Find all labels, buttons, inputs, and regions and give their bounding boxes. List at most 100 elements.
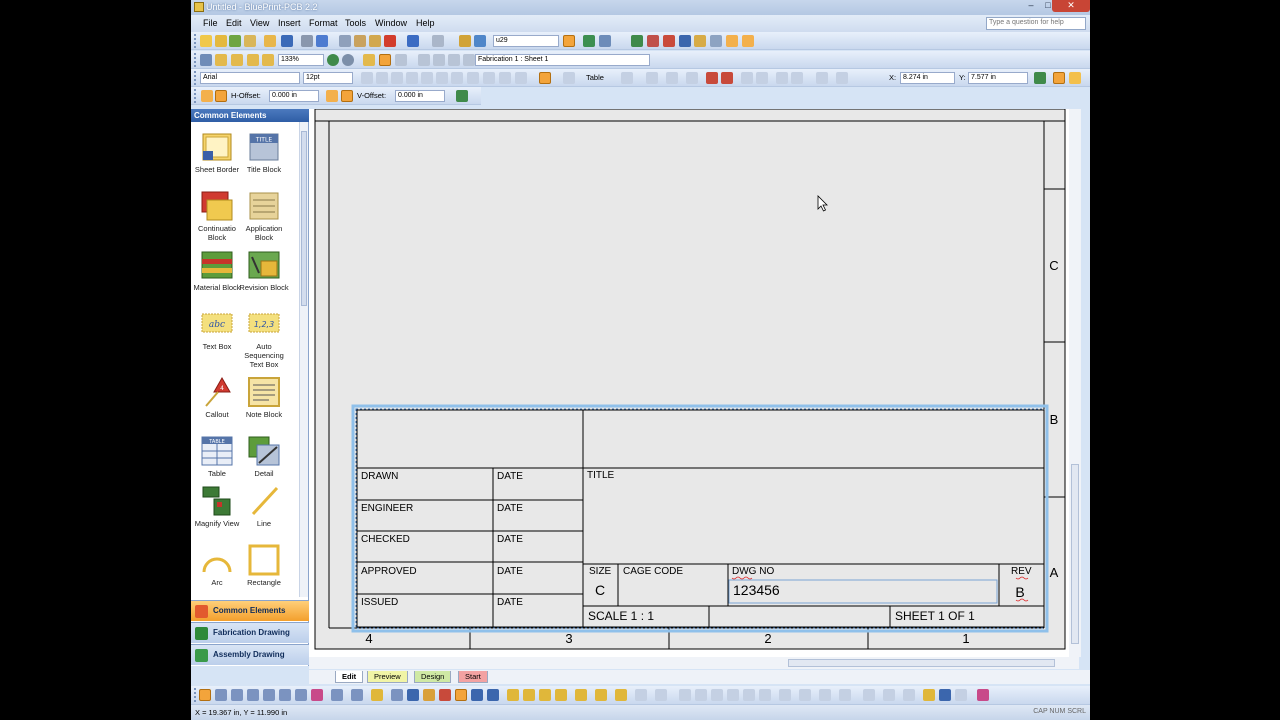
canvas-vertical-scrollbar[interactable] xyxy=(1069,109,1081,657)
menu-help[interactable]: Help xyxy=(416,18,435,28)
display-icon[interactable] xyxy=(599,35,611,47)
tool-continuation-block[interactable]: Continuatio Block xyxy=(191,190,243,242)
menu-tools[interactable]: Tools xyxy=(345,18,366,28)
font-size-select[interactable]: 12pt xyxy=(303,72,353,84)
ortho-line-icon[interactable] xyxy=(471,689,483,701)
toolbar-grip[interactable] xyxy=(194,71,197,85)
anchor-icon[interactable] xyxy=(1069,72,1081,84)
properties-icon[interactable] xyxy=(474,35,486,47)
align-bottom-tool-icon[interactable] xyxy=(759,689,771,701)
tool-revision-block[interactable]: Revision Block xyxy=(238,249,290,292)
color-icon[interactable] xyxy=(679,35,691,47)
import-icon[interactable] xyxy=(244,35,256,47)
tool-magnify-view[interactable]: Magnify View xyxy=(191,485,243,528)
draw-line-icon[interactable] xyxy=(215,689,227,701)
text-fill-icon[interactable] xyxy=(539,72,551,84)
strikethrough-icon[interactable] xyxy=(421,72,433,84)
tool-title-block[interactable]: TITLE Title Block xyxy=(238,131,290,174)
category-assembly-drawing[interactable]: Assembly Drawing xyxy=(191,644,309,665)
category-fabrication-drawing[interactable]: Fabrication Drawing xyxy=(191,622,309,643)
tab-preview[interactable]: Preview xyxy=(367,671,408,683)
ungroup-icon[interactable] xyxy=(883,689,895,701)
scrollbar-thumb[interactable] xyxy=(301,131,307,306)
spellcheck-icon[interactable] xyxy=(316,35,328,47)
snap-grid-icon[interactable] xyxy=(742,35,754,47)
align-right-tool-icon[interactable] xyxy=(711,689,723,701)
x-coord-field[interactable]: 8.274 in xyxy=(900,72,955,84)
save-icon[interactable] xyxy=(281,35,293,47)
bring-front-icon[interactable] xyxy=(923,689,935,701)
menu-edit[interactable]: Edit xyxy=(226,18,242,28)
lock-icon[interactable] xyxy=(615,689,627,701)
tab-start[interactable]: Start xyxy=(458,671,488,683)
refresh-icon[interactable] xyxy=(407,689,419,701)
tool-note-block[interactable]: Note Block xyxy=(238,376,290,419)
italic-icon[interactable] xyxy=(376,72,388,84)
grow-font-icon[interactable] xyxy=(467,72,479,84)
menu-view[interactable]: View xyxy=(250,18,269,28)
y-coord-field[interactable]: 7.577 in xyxy=(968,72,1028,84)
menu-window[interactable]: Window xyxy=(375,18,407,28)
leader-icon[interactable] xyxy=(351,689,363,701)
library-icon[interactable] xyxy=(694,35,706,47)
pattern-grid-icon[interactable] xyxy=(977,689,989,701)
split-icon[interactable] xyxy=(686,72,698,84)
tool-text-box[interactable]: abc Text Box xyxy=(191,308,243,351)
draw-grid-icon[interactable] xyxy=(311,689,323,701)
rotate-icon[interactable] xyxy=(391,689,403,701)
add-icon[interactable] xyxy=(229,35,241,47)
row-height-icon[interactable] xyxy=(776,72,788,84)
fit-page-icon[interactable] xyxy=(215,54,227,66)
fit-width-icon[interactable] xyxy=(231,54,243,66)
distribute-columns-icon[interactable] xyxy=(756,72,768,84)
close-button[interactable]: ✕ xyxy=(1052,0,1090,12)
new-icon[interactable] xyxy=(200,35,212,47)
same-width-icon[interactable] xyxy=(799,689,811,701)
distribute-rows-icon[interactable] xyxy=(741,72,753,84)
measure-icon[interactable] xyxy=(371,689,383,701)
tool-line[interactable]: Line xyxy=(238,485,290,528)
drawing-canvas[interactable]: C B A 4 3 2 1 DRAWN DATE ENGINEER DATE C… xyxy=(309,109,1079,657)
fill-color-icon[interactable] xyxy=(507,689,519,701)
align-left-tool-icon[interactable] xyxy=(679,689,691,701)
scrollbar-thumb[interactable] xyxy=(788,659,1055,667)
help-search-input[interactable]: Type a question for help xyxy=(986,17,1086,30)
highlight-icon[interactable] xyxy=(563,35,575,47)
new-sheet-icon[interactable] xyxy=(215,35,227,47)
h-offset-icon[interactable] xyxy=(201,90,213,102)
toolbar-grip[interactable] xyxy=(194,34,197,48)
toolbar-grip[interactable] xyxy=(194,89,197,103)
border-icon[interactable] xyxy=(816,72,828,84)
v-offset-toggle-icon[interactable] xyxy=(341,90,353,102)
dimension-icon[interactable] xyxy=(331,689,343,701)
align-left-icon[interactable] xyxy=(499,72,511,84)
angle-line-icon[interactable] xyxy=(487,689,499,701)
tool-callout[interactable]: 4 Callout xyxy=(191,376,243,419)
bold-icon[interactable] xyxy=(361,72,373,84)
paste-icon[interactable] xyxy=(369,35,381,47)
last-page-icon[interactable] xyxy=(463,54,475,66)
line-color-icon[interactable] xyxy=(523,689,535,701)
column-width-icon[interactable] xyxy=(791,72,803,84)
distribute-icon[interactable] xyxy=(779,689,791,701)
same-height-icon[interactable] xyxy=(819,689,831,701)
forward-icon[interactable] xyxy=(342,54,354,66)
align-center-tool-icon[interactable] xyxy=(695,689,707,701)
draw-polygon-icon[interactable] xyxy=(295,689,307,701)
erase-icon[interactable] xyxy=(439,689,451,701)
next-page-icon[interactable] xyxy=(448,54,460,66)
toolbar-grip[interactable] xyxy=(194,53,197,67)
sheet-select[interactable]: Fabrication 1 : Sheet 1 xyxy=(475,54,650,66)
draw-circle-icon[interactable] xyxy=(263,689,275,701)
tool-detail[interactable]: Detail xyxy=(238,435,290,478)
page-icon[interactable] xyxy=(363,54,375,66)
layers-icon[interactable] xyxy=(583,35,595,47)
actual-size-icon[interactable] xyxy=(247,54,259,66)
tool-material-block[interactable]: Material Block xyxy=(191,249,243,292)
multi-page-icon[interactable] xyxy=(395,54,407,66)
line-width-icon[interactable] xyxy=(836,72,848,84)
category-common-elements[interactable]: Common Elements xyxy=(191,600,309,621)
v-offset-field[interactable]: 0.000 in xyxy=(395,90,445,102)
tool-arc[interactable]: Arc xyxy=(191,544,243,587)
redo-icon[interactable] xyxy=(432,35,444,47)
